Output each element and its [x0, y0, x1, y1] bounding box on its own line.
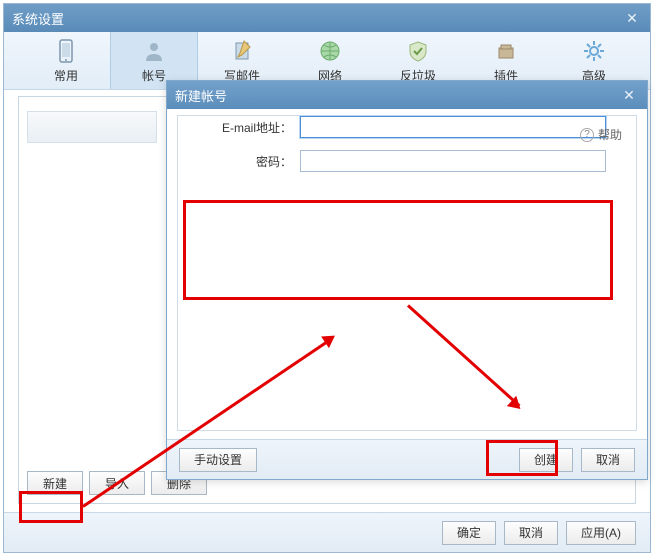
create-button[interactable]: 创建	[519, 448, 573, 472]
settings-title: 系统设置	[12, 9, 622, 28]
cancel-button[interactable]: 取消	[504, 521, 558, 545]
apply-button[interactable]: 应用(A)	[566, 521, 636, 545]
close-icon[interactable]: ✕	[622, 8, 642, 28]
settings-titlebar[interactable]: 系统设置 ✕	[4, 4, 650, 32]
phone-icon	[53, 38, 79, 64]
dialog-footer: 手动设置 创建 取消	[167, 439, 647, 479]
user-icon	[141, 38, 167, 64]
tab-general[interactable]: 常用	[22, 32, 110, 89]
manual-setup-button[interactable]: 手动设置	[179, 448, 257, 472]
dialog-titlebar[interactable]: 新建帐号 ✕	[167, 81, 647, 109]
dialog-body: ? 帮助 E-mail地址： 密码：	[177, 115, 637, 431]
plugin-icon	[493, 38, 519, 64]
ok-button[interactable]: 确定	[442, 521, 496, 545]
new-account-dialog: 新建帐号 ✕ ? 帮助 E-mail地址： 密码： 手动设置 创建 取消	[166, 80, 648, 480]
shield-icon	[405, 38, 431, 64]
dialog-cancel-button[interactable]: 取消	[581, 448, 635, 472]
email-row: E-mail地址：	[208, 116, 606, 138]
help-icon: ?	[580, 128, 594, 142]
help-link[interactable]: ? 帮助	[580, 126, 622, 143]
password-row: 密码：	[208, 150, 606, 172]
close-icon[interactable]: ✕	[619, 85, 639, 105]
import-button[interactable]: 导入	[89, 471, 145, 495]
tab-label: 常用	[54, 67, 78, 84]
settings-footer: 确定 取消 应用(A)	[4, 512, 650, 552]
tab-label: 帐号	[142, 67, 166, 84]
dialog-title: 新建帐号	[175, 86, 619, 105]
new-button[interactable]: 新建	[27, 471, 83, 495]
compose-icon	[229, 38, 255, 64]
password-label: 密码：	[208, 153, 300, 170]
password-field[interactable]	[300, 150, 606, 172]
account-list-item[interactable]	[27, 111, 157, 143]
email-label: E-mail地址：	[208, 119, 300, 136]
help-label: 帮助	[598, 126, 622, 143]
globe-icon	[317, 38, 343, 64]
gear-icon	[581, 38, 607, 64]
email-field[interactable]	[300, 116, 606, 138]
